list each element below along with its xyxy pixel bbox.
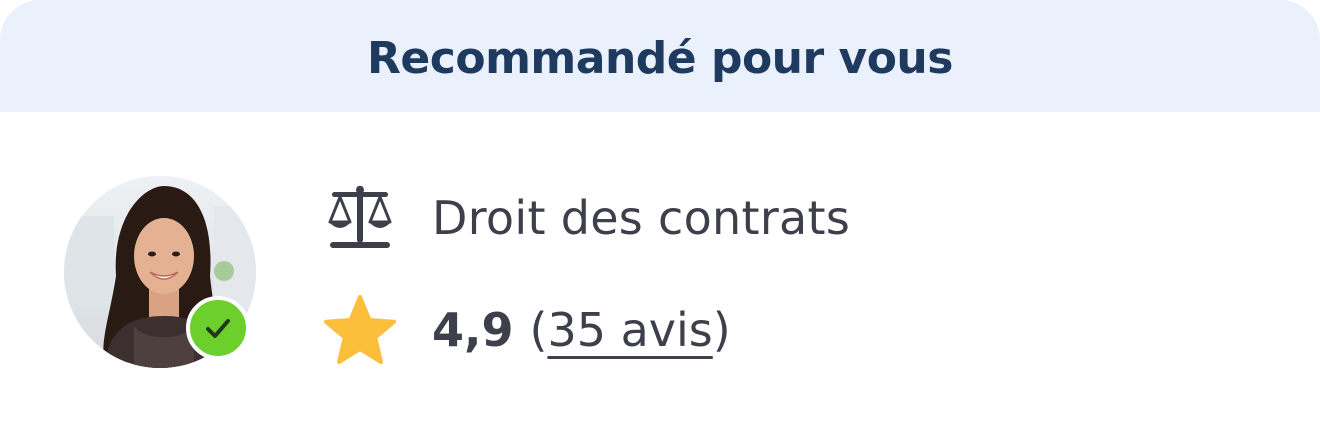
paren-close: ) <box>712 303 731 357</box>
recommendation-card[interactable]: Recommandé pour vous Droit des contrats … <box>0 0 1320 432</box>
lawyer-avatar-container[interactable] <box>64 176 256 368</box>
specialty-label: Droit des contrats <box>432 191 851 245</box>
rating-value: 4,9 <box>432 303 514 357</box>
specialty-row: Droit des contrats <box>322 180 850 256</box>
verified-check-icon <box>206 319 230 338</box>
scales-icon <box>322 180 398 256</box>
reviews-link[interactable]: 35 avis <box>547 303 712 357</box>
verified-badge <box>186 296 250 360</box>
star-icon <box>322 292 398 368</box>
card-header: Recommandé pour vous <box>0 0 1320 112</box>
paren-open: ( <box>529 303 548 357</box>
rating-row: 4,9 (35 avis) <box>322 292 731 368</box>
card-title: Recommandé pour vous <box>367 32 953 84</box>
